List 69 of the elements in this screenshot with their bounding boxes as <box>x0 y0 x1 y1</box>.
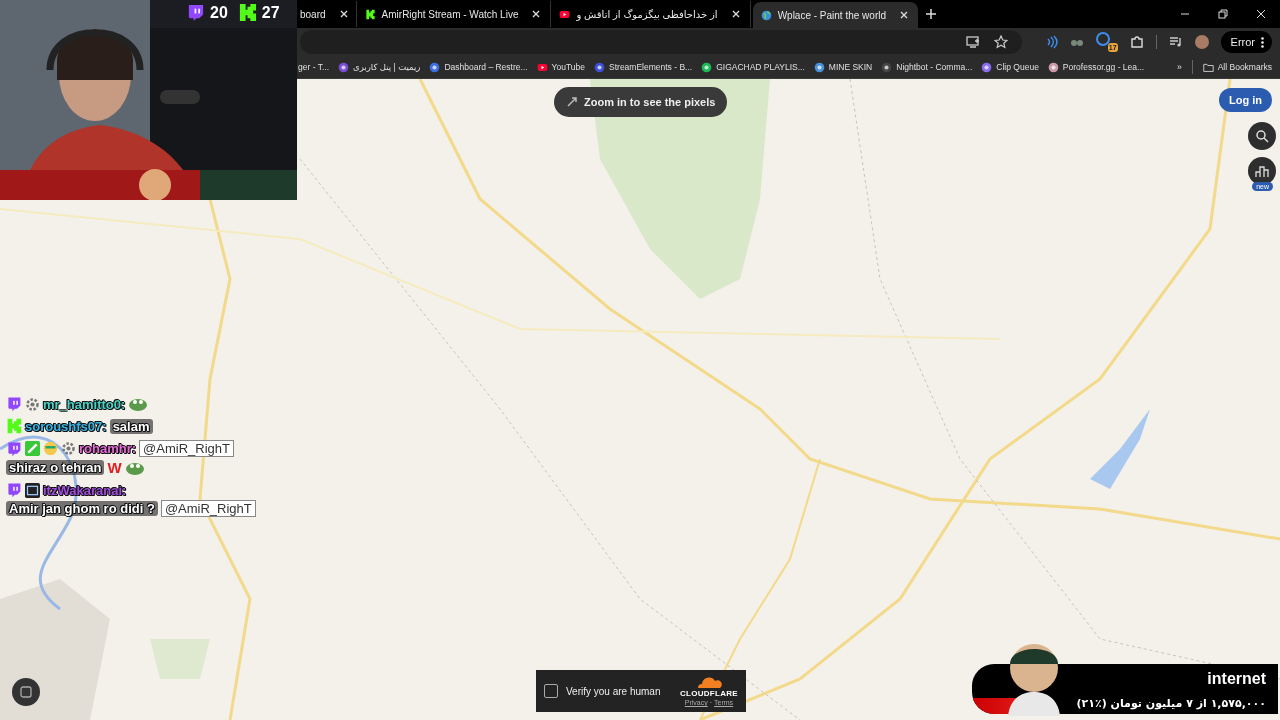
all-bookmarks[interactable]: All Bookmarks <box>1202 61 1272 73</box>
ring-icon <box>1095 32 1110 46</box>
bookmark[interactable]: ger - T... <box>298 62 330 72</box>
browser-tab[interactable]: board <box>298 1 357 27</box>
brand-label: CLOUDFLARE <box>679 689 738 698</box>
site-icon <box>813 61 825 73</box>
chat-username: soroushfs07: <box>25 418 107 434</box>
chat-username: itzWakaranai: <box>43 482 127 498</box>
site-icon <box>701 61 713 73</box>
star-icon[interactable] <box>993 35 1008 49</box>
play-icon <box>536 61 548 73</box>
close-icon[interactable] <box>898 9 910 21</box>
zoom-hint: Zoom in to see the pixels <box>554 87 728 117</box>
square-icon <box>20 686 32 698</box>
search-icon <box>1255 129 1269 143</box>
chat-message: shiraz o tehran <box>6 460 105 475</box>
chat-bubble-icon <box>6 482 22 498</box>
chat-bubble-icon <box>6 440 22 457</box>
goal-progress-text: ۱,۵۷۵,۰۰۰ از ۷ میلیون تومان (٪۲۱) <box>1076 697 1266 710</box>
captcha-checkbox[interactable] <box>544 684 558 698</box>
bookmark[interactable]: YouTube <box>536 61 585 73</box>
bookmark[interactable]: Clip Queue <box>981 61 1039 73</box>
site-icon <box>594 61 605 73</box>
site-icon <box>338 61 350 73</box>
restore-icon[interactable] <box>1218 9 1228 19</box>
bookmark[interactable]: Nightbot - Comma... <box>881 61 973 73</box>
goal-title: internet <box>1207 670 1266 688</box>
chat-username: rohamhr: <box>79 441 137 456</box>
bookmark[interactable]: GIGACHAD PLAYLIS... <box>701 61 805 73</box>
play-icon <box>559 8 571 20</box>
avatar-icon[interactable] <box>1194 35 1209 49</box>
profile-button[interactable]: Error <box>1220 31 1272 53</box>
bookmark[interactable]: Porofessor.gg - Lea... <box>1047 61 1145 73</box>
site-icon <box>981 61 993 73</box>
logo-icon <box>364 8 376 20</box>
bookmark[interactable]: ریمیت | پنل کاربری <box>338 61 421 73</box>
frog-emote-icon <box>128 396 149 412</box>
new-tab-icon[interactable] <box>924 7 938 21</box>
bookmark[interactable]: StreamElements - B... <box>594 61 693 73</box>
chat-bubble-icon <box>6 396 22 412</box>
chat-message: Amir jan ghom ro didi ? <box>6 501 158 516</box>
browser-tab[interactable]: از خداحافظی بیگزموگ از اتاقش و <box>551 1 751 27</box>
captcha-label: Verify you are human <box>566 685 662 697</box>
site-icon <box>1047 61 1059 73</box>
puzzle-icon[interactable] <box>1129 35 1144 49</box>
chat-username: mr_hamitto0: <box>43 396 126 412</box>
bookmark[interactable]: MINE SKIN <box>813 61 873 73</box>
mention-tag: @AmiR_RighT <box>160 500 256 517</box>
logo-icon <box>6 418 22 434</box>
chat-message: salam <box>109 418 153 434</box>
browser-tab[interactable]: Wplace - Paint the world <box>752 2 918 28</box>
folder-icon <box>1202 61 1214 73</box>
install-icon[interactable] <box>965 35 980 49</box>
gear-icon <box>25 396 40 412</box>
site-icon <box>881 61 893 73</box>
emote: W <box>107 459 122 476</box>
more-bookmarks[interactable]: » <box>1176 62 1182 72</box>
close-icon[interactable] <box>1256 9 1266 19</box>
bookmark[interactable]: Dashboard – Restre... <box>429 61 528 73</box>
login-button[interactable]: Log in <box>1219 88 1272 112</box>
gear-icon <box>61 441 76 456</box>
mention-tag: @AmiR_RighT <box>139 440 234 457</box>
kebab-icon <box>1261 36 1264 48</box>
browser-tab[interactable]: AmirRight Stream - Watch Live <box>356 1 552 27</box>
bar-chart-icon <box>1255 164 1269 178</box>
media-icon[interactable] <box>1168 35 1183 49</box>
site-icon <box>429 61 441 73</box>
globe-icon <box>760 9 772 21</box>
arrow-icon <box>566 96 578 108</box>
